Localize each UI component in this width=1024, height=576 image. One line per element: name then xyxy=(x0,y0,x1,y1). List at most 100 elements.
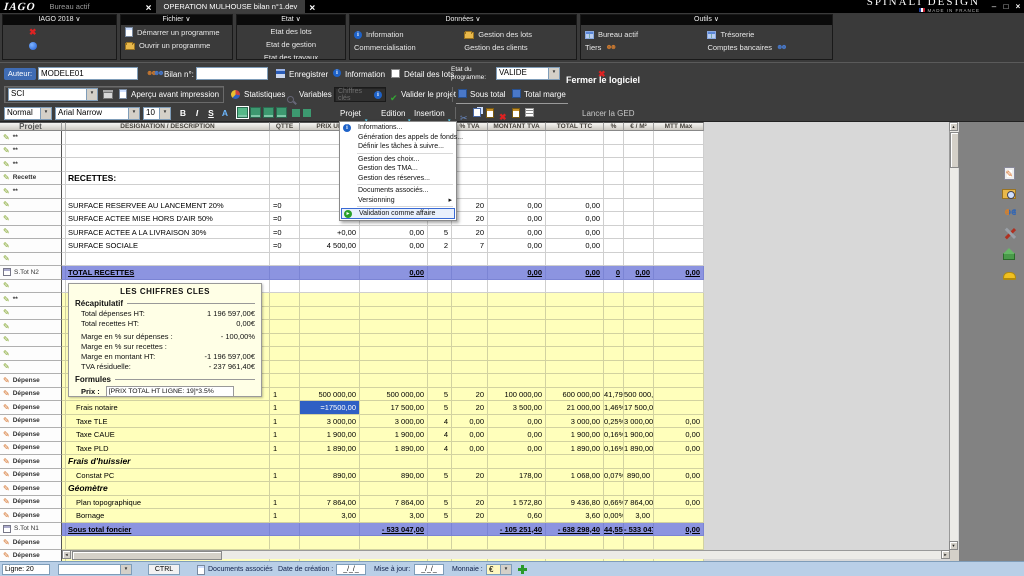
cell-c1[interactable] xyxy=(428,280,452,294)
date-creation-input[interactable]: _/_/_ xyxy=(336,564,366,575)
cell-mtt[interactable]: 0,00 xyxy=(654,428,704,442)
chevron-down-icon[interactable] xyxy=(40,108,51,119)
cell-q[interactable] xyxy=(270,172,300,186)
cell-q[interactable]: 1 xyxy=(270,401,300,415)
cell-tva[interactable] xyxy=(452,293,488,307)
cell-c1[interactable] xyxy=(428,334,452,348)
cell-ht[interactable]: 7 864,00 xyxy=(360,496,428,510)
cell-tva[interactable] xyxy=(452,158,488,172)
ribbon-group-outils-title[interactable]: Outils ∨ xyxy=(581,15,832,25)
bureau-actif-button[interactable]: Bureau actif xyxy=(581,25,703,41)
cell-ht[interactable]: 890,00 xyxy=(360,469,428,483)
row-selector-cell[interactable]: Dépense xyxy=(0,455,62,469)
etat-de-gestion-button[interactable]: Etat de gestion xyxy=(237,38,345,51)
cell-ttc[interactable]: 600 000,00 xyxy=(546,388,604,402)
cell-mtt[interactable] xyxy=(654,145,704,159)
cell-ht[interactable] xyxy=(360,455,428,469)
row-selector-cell[interactable]: ** xyxy=(0,293,62,307)
context-menu-item[interactable]: Informations... xyxy=(341,123,455,133)
vertical-scrollbar[interactable]: ▲ ▼ xyxy=(949,122,958,550)
cell-ht[interactable] xyxy=(360,347,428,361)
cell-ht[interactable]: 0,00 xyxy=(360,239,428,253)
cell-tva[interactable]: 20 xyxy=(452,226,488,240)
cell-ttc[interactable] xyxy=(546,185,604,199)
cell-ttc[interactable]: 0,00 xyxy=(546,199,604,213)
table-row[interactable] xyxy=(0,253,704,267)
cell-em[interactable]: 7 864,00 xyxy=(624,496,654,510)
cell-tva[interactable] xyxy=(452,361,488,375)
cell-mtt[interactable] xyxy=(654,158,704,172)
cell-d[interactable]: TOTAL RECETTES xyxy=(66,266,270,280)
table-row[interactable]: DépenseTaxe TLE13 000,003 000,0040,000,0… xyxy=(0,415,704,429)
notes-document-icon[interactable] xyxy=(1001,167,1017,183)
cell-em[interactable] xyxy=(624,361,654,375)
total-marge-button[interactable]: Total marge xyxy=(524,90,566,99)
cell-mtva[interactable]: 0,00 xyxy=(488,212,546,226)
cell-ttc[interactable]: 0,00 xyxy=(546,226,604,240)
insertion-menu-button[interactable]: Insertion xyxy=(414,109,445,118)
cell-ht[interactable]: 3 000,00 xyxy=(360,415,428,429)
chevron-down-icon[interactable] xyxy=(128,108,139,119)
cell-ht[interactable]: 0,00 xyxy=(360,226,428,240)
row-selector-cell[interactable]: Dépense xyxy=(0,509,62,523)
information-button[interactable]: Information xyxy=(350,25,460,41)
cell-pct[interactable]: 0,00% xyxy=(604,509,624,523)
cell-em[interactable]: 0,00 xyxy=(624,266,654,280)
cell-mtt[interactable] xyxy=(654,280,704,294)
etat-programme-select[interactable]: VALIDE xyxy=(496,67,560,80)
cell-c1[interactable] xyxy=(428,253,452,267)
cell-mtt[interactable]: 0,00 xyxy=(654,469,704,483)
cell-ttc[interactable] xyxy=(546,253,604,267)
ribbon-group-iago-title[interactable]: IAGO 2018 ∨ xyxy=(3,15,116,25)
row-selector-cell[interactable] xyxy=(0,320,62,334)
commercialisation-button[interactable]: Commercialisation xyxy=(350,41,460,54)
cell-em[interactable] xyxy=(624,482,654,496)
cell-mtt[interactable] xyxy=(654,307,704,321)
cell-pct[interactable] xyxy=(604,361,624,375)
cell-mtva[interactable]: - 105 251,40 xyxy=(488,523,546,537)
cell-q[interactable]: 1 xyxy=(270,388,300,402)
cell-pu[interactable] xyxy=(300,347,360,361)
row-selector-cell[interactable]: Dépense xyxy=(0,550,62,562)
detail-lots-checkbox[interactable] xyxy=(391,69,400,78)
valider-projet-button[interactable]: Valider le projet xyxy=(401,90,456,99)
cell-q[interactable]: =0 xyxy=(270,212,300,226)
row-selector-cell[interactable]: Dépense xyxy=(0,428,62,442)
cell-ttc[interactable] xyxy=(546,482,604,496)
cell-mtva[interactable]: 0,00 xyxy=(488,226,546,240)
cell-d[interactable] xyxy=(66,131,270,145)
cell-mtva[interactable] xyxy=(488,334,546,348)
cell-em[interactable]: 17 500,00 xyxy=(624,401,654,415)
cell-mtva[interactable] xyxy=(488,536,546,550)
align-justify-button[interactable] xyxy=(276,107,287,118)
cell-em[interactable] xyxy=(624,307,654,321)
cell-mtt[interactable] xyxy=(654,361,704,375)
chevron-down-icon[interactable] xyxy=(500,565,511,574)
cell-tva[interactable]: 20 xyxy=(452,401,488,415)
cell-pu[interactable] xyxy=(300,536,360,550)
cell-pct[interactable] xyxy=(604,482,624,496)
cell-mtva[interactable] xyxy=(488,131,546,145)
web-button[interactable] xyxy=(3,40,116,52)
cell-ttc[interactable] xyxy=(546,320,604,334)
cell-pct[interactable]: 44,55 xyxy=(604,523,624,537)
cell-em[interactable]: 500 000,0.. xyxy=(624,388,654,402)
cell-d[interactable]: Bornage xyxy=(66,509,270,523)
cell-ht[interactable] xyxy=(360,307,428,321)
cell-mtt[interactable]: 0,00 xyxy=(654,442,704,456)
column-header-ttc[interactable]: TOTAL TTC xyxy=(546,122,604,131)
cell-tva[interactable]: 20 xyxy=(452,212,488,226)
row-selector-cell[interactable]: Dépense xyxy=(0,469,62,483)
cell-ht[interactable]: 1 890,00 xyxy=(360,442,428,456)
contacts-icon[interactable] xyxy=(1001,207,1017,223)
cell-pu[interactable] xyxy=(300,361,360,375)
cell-mtva[interactable] xyxy=(488,307,546,321)
cell-tva[interactable] xyxy=(452,347,488,361)
cell-pct[interactable] xyxy=(604,334,624,348)
bold-button[interactable]: B xyxy=(177,108,189,118)
row-selector-cell[interactable] xyxy=(0,307,62,321)
comptes-bancaires-button[interactable]: Comptes bancaires xyxy=(703,41,832,54)
row-selector-cell[interactable] xyxy=(0,226,62,240)
table-row[interactable]: DépenseTaxe CAUE11 900,001 900,0040,000,… xyxy=(0,428,704,442)
row-selector-cell[interactable] xyxy=(0,239,62,253)
